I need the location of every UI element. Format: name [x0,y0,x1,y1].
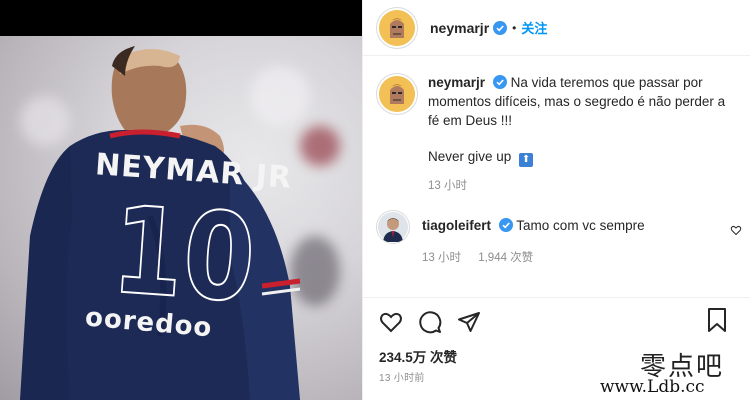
header-username[interactable]: neymarjr [430,20,489,36]
comment-like-heart-icon[interactable] [730,224,742,236]
caption-verified-icon [492,75,507,89]
up-arrow-icon: ⬆ [519,153,534,167]
caption-line2-text: Never give up [428,149,512,164]
bookmark-icon[interactable] [705,307,729,333]
comment-text-line: tiagoleifert Tamo com vc sempre [422,216,645,235]
post-photo[interactable]: NEYMAR JR 10 ooredoo [0,0,362,400]
post-header: neymarjr • 关注 [363,0,750,56]
caption-meta: 13 小时 [428,177,738,196]
header-dot: • [512,20,517,35]
caption-username[interactable]: neymarjr [428,75,485,90]
photo-background: NEYMAR JR 10 ooredoo [0,36,362,400]
caption: neymarjr Na vida teremos que passar por … [376,73,738,196]
caption-avatar-art-icon [379,76,415,112]
comments-section: neymarjr Na vida teremos que passar por … [363,57,750,297]
watermark-url: www.Ldb.cc [600,377,705,397]
comment-avatar[interactable] [376,210,410,244]
caption-text-line: neymarjr Na vida teremos que passar por … [428,73,738,130]
avatar[interactable] [376,6,418,49]
comment-avatar-art-icon [378,212,408,242]
caption-line2: Never give up ⬆ [428,147,738,167]
comment-icon[interactable] [418,310,442,334]
comment-item: tiagoleifert Tamo com vc sempre 13 小时 1,… [376,210,742,268]
caption-avatar[interactable] [376,73,418,115]
post-time[interactable]: 13 小时前 [379,369,425,384]
post-likes[interactable]: 234.5万 次赞 [379,346,457,366]
caption-time[interactable]: 13 小时 [428,180,467,192]
comment-meta: 13 小时 1,944 次赞 [422,249,645,268]
share-icon[interactable] [457,310,481,334]
post-panel: neymarjr • 关注 neymarjr Na vida teremos q… [362,0,750,400]
comment-time[interactable]: 13 小时 [422,252,461,264]
comment-text: Tamo com vc sempre [516,218,645,233]
verified-icon [493,20,508,35]
follow-button[interactable]: 关注 [521,18,547,37]
action-bar [363,297,750,345]
like-heart-icon[interactable] [379,310,403,334]
comment-verified-icon [498,218,513,232]
comment-likes[interactable]: 1,944 次赞 [478,252,533,264]
comment-username[interactable]: tiagoleifert [422,218,491,233]
avatar-art-icon [379,9,415,46]
